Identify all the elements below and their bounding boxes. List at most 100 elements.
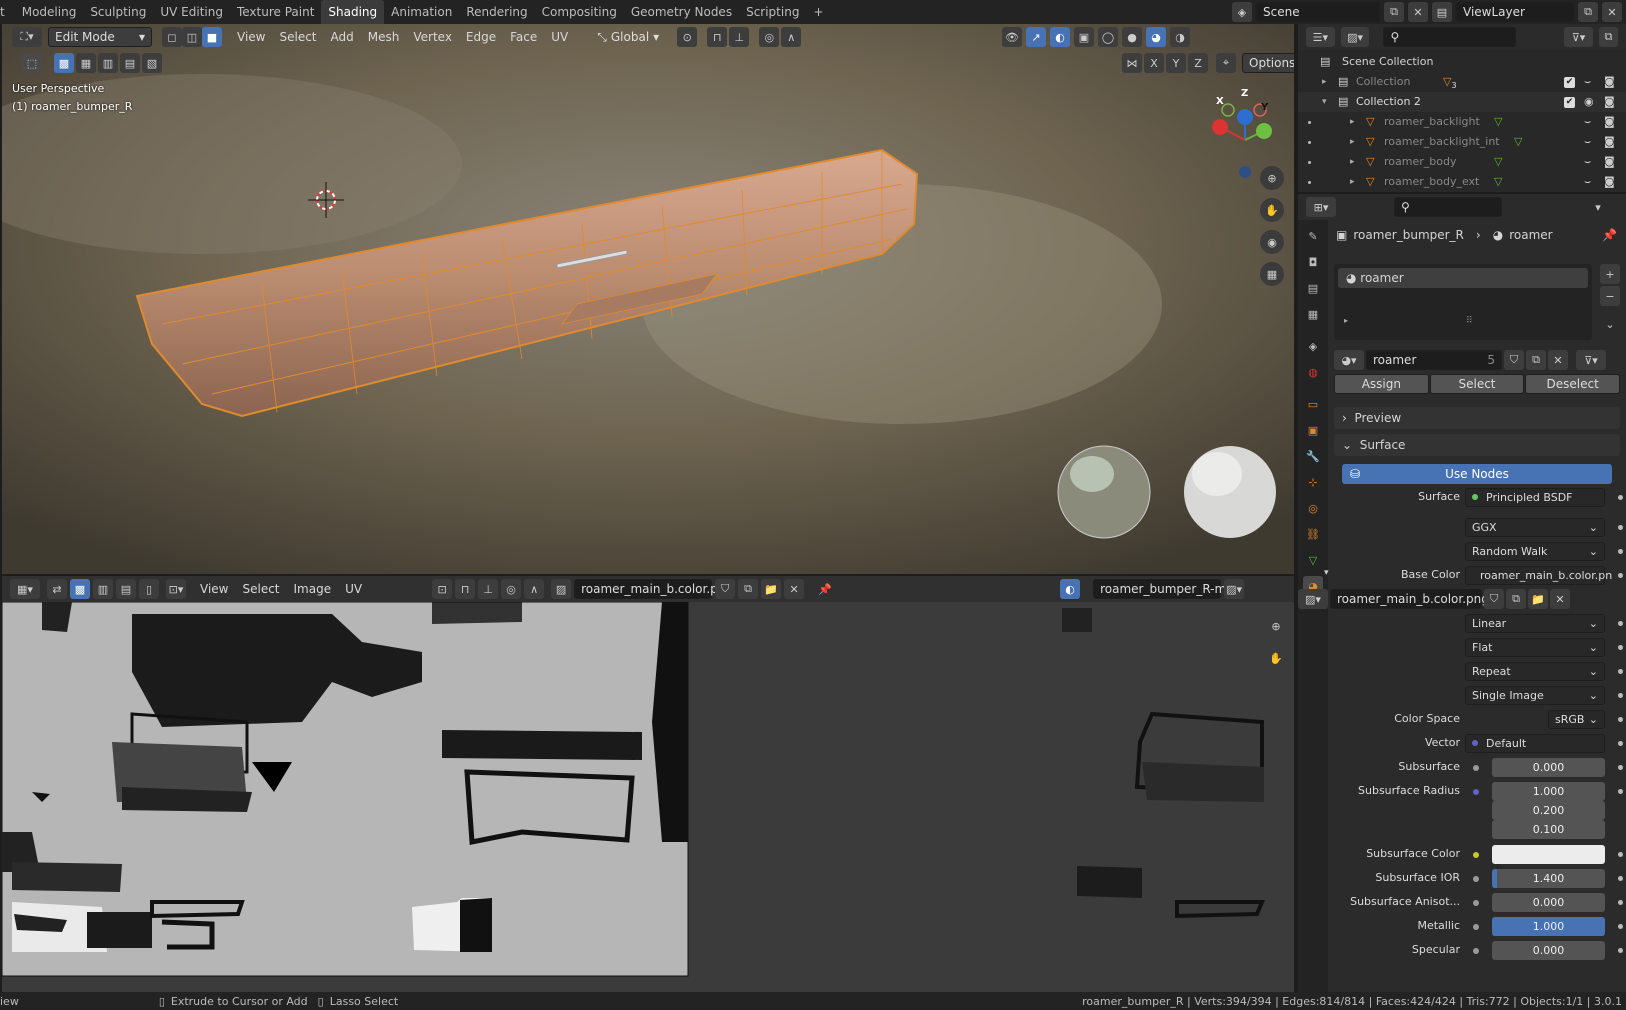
tool-select-icon[interactable]: ⬚ [22, 53, 42, 73]
outliner-row[interactable]: ▸ ▽ roamer_backlight_int ▽ ⌣ ◙ [1298, 132, 1626, 152]
workspace-tab[interactable]: Modeling [15, 0, 84, 24]
exclude-checkbox[interactable]: ✔ [1564, 97, 1575, 108]
properties-options-icon[interactable]: ▾ [1588, 197, 1608, 217]
image-new-icon[interactable]: ⧉ [1506, 589, 1526, 609]
eye-closed-icon[interactable]: ⌣ [1584, 152, 1591, 172]
image-browse-icon[interactable]: ▨▾ [1298, 589, 1328, 609]
uv-face-mode-icon[interactable]: ▤ [116, 579, 136, 599]
dropdown-field[interactable]: Linear ⌄ [1465, 614, 1605, 633]
solid-shading-icon[interactable]: ● [1122, 27, 1142, 47]
scene-field[interactable]: Scene [1256, 2, 1380, 22]
constraints-icon[interactable]: ⛓ [1303, 524, 1323, 544]
image-open-icon[interactable]: 📁 [1528, 589, 1548, 609]
viewport-menu-item[interactable]: Face [503, 30, 544, 44]
list-resize-handle[interactable]: ⠿ [1466, 316, 1473, 326]
falloff-icon[interactable]: ∧ [781, 27, 802, 47]
expand-arrow-icon[interactable]: ▸ [1350, 112, 1355, 132]
workspace-tab[interactable]: t [0, 0, 15, 24]
face-select-icon[interactable]: ■ [202, 27, 222, 47]
view-layer-icon[interactable]: ▤ [1432, 2, 1452, 22]
select-intersect-icon[interactable]: ▧ [142, 53, 162, 73]
outliner-item-label[interactable]: Collection [1356, 72, 1410, 92]
number-field[interactable]: 0.000 [1492, 893, 1605, 912]
add-slot-icon[interactable]: + [1600, 264, 1620, 284]
browse-material-icon[interactable]: ◕▾ [1334, 350, 1364, 370]
image-open-icon[interactable]: 📁 [761, 579, 782, 599]
mirror-icon[interactable]: ⋈ [1122, 53, 1142, 73]
socket-field[interactable]: Principled BSDF [1465, 488, 1605, 507]
workspace-tab[interactable]: UV Editing [153, 0, 230, 24]
uv-proportional-icon[interactable]: ◎ [501, 579, 522, 599]
gizmo-icon[interactable]: ↗ [1026, 27, 1046, 47]
modifier-icon[interactable]: 🔧 [1303, 446, 1323, 466]
keyframe-dot-icon[interactable] [1618, 621, 1623, 626]
image-new-icon[interactable]: ⧉ [738, 579, 759, 599]
unlink-material-icon[interactable]: ✕ [1548, 350, 1568, 370]
properties-type-icon[interactable]: ⊞▾ [1306, 197, 1336, 217]
select-invert-icon[interactable]: ▤ [120, 53, 140, 73]
expand-arrow-icon[interactable]: ▸ [1322, 72, 1327, 92]
keyframe-dot-icon[interactable] [1618, 876, 1623, 881]
mesh-options-icon[interactable]: ⌖ [1216, 53, 1236, 73]
delete-view-layer-icon[interactable]: ✕ [1602, 2, 1622, 22]
eye-closed-icon[interactable]: ⌣ [1584, 112, 1591, 132]
image-close-icon[interactable]: ✕ [784, 579, 805, 599]
expand-arrow-icon[interactable]: ▸ [1350, 132, 1355, 152]
3d-viewport[interactable]: ⛶▾ Edit Mode ▾ ◻ ◫ ■ View Select Add Mesh Ver… [2, 24, 1294, 574]
outliner-row[interactable]: ▸ ▽ roamer_body_ext ▽ ⌣ ◙ [1298, 172, 1626, 192]
viewport-menu-item[interactable]: View [230, 30, 272, 44]
data-icon[interactable]: ▽ [1303, 550, 1323, 570]
render-camera-icon[interactable]: ◙ [1604, 132, 1615, 152]
proportional-edit-icon[interactable]: ◎ [759, 27, 780, 47]
wireframe-shading-icon[interactable]: ◯ [1098, 27, 1118, 47]
material-shading-icon[interactable]: ◕ [1146, 27, 1166, 47]
link-type-icon[interactable]: ⊽▾ [1576, 350, 1606, 370]
workspace-tab[interactable]: Animation [384, 0, 459, 24]
pin-icon[interactable]: 📌 [815, 579, 835, 599]
delete-scene-icon[interactable]: ✕ [1408, 2, 1428, 22]
remove-slot-icon[interactable]: − [1600, 286, 1620, 306]
eye-icon[interactable]: ◉ [1584, 92, 1594, 112]
physics-icon[interactable]: ◎ [1303, 498, 1323, 518]
render-camera-icon[interactable]: ◙ [1604, 72, 1615, 92]
outliner-row[interactable]: ▸ ▤ Collection ▽3 ✔ ⌣ ◙ [1298, 72, 1626, 92]
snap-icon[interactable]: ⊓ [707, 27, 728, 47]
viewport-menu-item[interactable]: Edge [459, 30, 503, 44]
collection-icon[interactable]: ▭ [1303, 394, 1323, 414]
workspace-tab[interactable]: Shading [321, 0, 385, 24]
image-name-field[interactable]: roamer_main_b.color.png [574, 579, 733, 599]
preview-panel[interactable]: › Preview [1334, 407, 1620, 429]
number-field[interactable]: 0.100 [1492, 820, 1605, 839]
color-swatch[interactable] [1492, 845, 1605, 864]
new-collection-icon[interactable]: ⧉ [1598, 27, 1618, 47]
uv-vertex-mode-icon[interactable]: ▩ [70, 579, 90, 599]
keyframe-dot-icon[interactable] [1618, 573, 1623, 578]
expand-arrow-icon[interactable]: ▸ [1350, 172, 1355, 192]
image-browse-icon[interactable]: ▨ [551, 579, 572, 599]
keyframe-dot-icon[interactable] [1618, 693, 1623, 698]
uv-snap-target-icon[interactable]: ⊥ [478, 579, 499, 599]
slot-specials-icon[interactable]: ⌄ [1600, 314, 1620, 334]
fake-user-icon[interactable]: ⛉ [1504, 350, 1524, 370]
outliner-display-icon[interactable]: ▨▾ [1340, 27, 1370, 47]
orientation-dropdown[interactable]: ⤡ Global ▾ [591, 27, 671, 47]
keyframe-dot-icon[interactable] [1618, 924, 1623, 929]
pan-hand-icon[interactable]: ✋ [1260, 198, 1284, 222]
axis-z-button[interactable]: Z [1188, 53, 1208, 73]
socket-field[interactable]: Default [1465, 734, 1605, 753]
uv-editor-type-icon[interactable]: ▦▾ [10, 579, 40, 599]
material-name-field[interactable]: roamer 5 [1366, 350, 1502, 370]
new-view-layer-icon[interactable]: ⧉ [1578, 2, 1598, 22]
keyframe-dot-icon[interactable] [1618, 495, 1623, 500]
assign-button[interactable]: Assign [1334, 374, 1429, 394]
outliner-item-label[interactable]: roamer_body_ext [1384, 172, 1479, 192]
uv-snap-icon[interactable]: ⊓ [455, 579, 476, 599]
viewport-menu-item[interactable]: Mesh [361, 30, 407, 44]
outliner-type-icon[interactable]: ☰▾ [1306, 27, 1335, 47]
object-icon[interactable]: ▣ [1303, 420, 1323, 440]
editor-type-icon[interactable]: ⛶▾ [12, 27, 42, 47]
options-dropdown[interactable]: Options ▾ [1242, 53, 1294, 73]
keyframe-dot-icon[interactable] [1618, 669, 1623, 674]
overlay-icon[interactable]: ◐ [1050, 27, 1070, 47]
axis-y-button[interactable]: Y [1166, 53, 1186, 73]
